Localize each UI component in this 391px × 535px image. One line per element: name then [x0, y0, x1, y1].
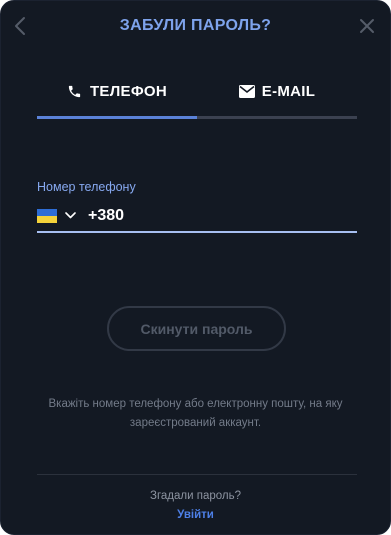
phone-field-label: Номер телефону [37, 180, 136, 194]
close-icon [360, 19, 374, 33]
tab-phone[interactable]: ТЕЛЕФОН [37, 77, 197, 119]
hint-text: Вкажіть номер телефону або електронну по… [48, 398, 343, 429]
phone-input[interactable] [88, 206, 308, 225]
forgot-password-modal: ЗАБУЛИ ПАРОЛЬ? ТЕЛЕФОН E-MAIL Номер теле… [0, 0, 391, 535]
modal-title: ЗАБУЛИ ПАРОЛЬ? [119, 17, 272, 34]
remember-password-text: Згадали пароль? [150, 490, 241, 502]
close-button[interactable] [356, 15, 378, 37]
ukraine-flag-icon [37, 208, 57, 223]
tab-email[interactable]: E-MAIL [197, 77, 357, 119]
phone-field [37, 204, 357, 233]
login-link[interactable]: Увійти [1, 509, 390, 521]
tab-email-label: E-MAIL [261, 83, 316, 100]
envelope-icon [238, 84, 255, 100]
reset-password-button[interactable]: Скинути пароль [107, 306, 286, 351]
tab-phone-label: ТЕЛЕФОН [89, 83, 168, 100]
phone-icon [67, 84, 83, 100]
country-code-select[interactable] [37, 208, 76, 227]
contact-method-tabs: ТЕЛЕФОН E-MAIL [37, 77, 357, 119]
divider [37, 474, 357, 475]
chevron-down-icon [65, 212, 76, 219]
